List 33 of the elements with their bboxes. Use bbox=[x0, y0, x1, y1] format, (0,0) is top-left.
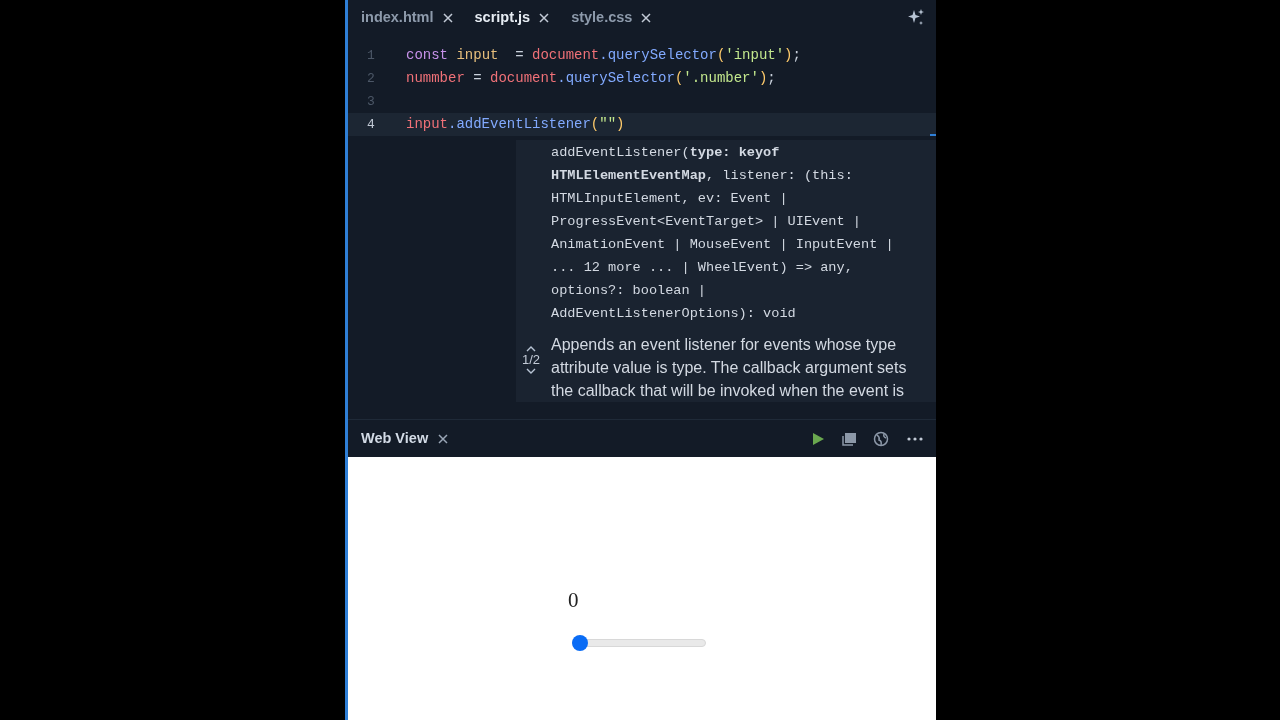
window-icon[interactable] bbox=[841, 431, 857, 446]
signature-line: options?: boolean | bbox=[551, 282, 707, 300]
close-icon[interactable] bbox=[438, 433, 449, 444]
file-tab[interactable]: script.js bbox=[474, 7, 531, 29]
overload-counter: 1/2 bbox=[521, 352, 541, 368]
signature-line: AddEventListenerOptions): void bbox=[551, 305, 797, 323]
code-line: input.addEventListener("") bbox=[406, 115, 625, 134]
slider-thumb[interactable] bbox=[572, 634, 588, 651]
chevron-down-icon[interactable] bbox=[526, 368, 536, 374]
close-icon[interactable] bbox=[641, 13, 652, 23]
web-view-tab[interactable]: Web View bbox=[361, 427, 429, 450]
signature-line: ... 12 more ... | WheelEvent) => any, bbox=[551, 259, 854, 277]
description-text: Appends an event listener for events whose type attribute value is type. The callback argument sets the callback that will be invoked when the event is bbox=[551, 335, 908, 401]
number-display: 0 bbox=[568, 587, 580, 614]
signature-line: ProgressEvent<EventTarget> | UIEvent | bbox=[551, 213, 862, 231]
close-icon[interactable] bbox=[442, 13, 453, 23]
code-line: nummber = document.querySelector('.number'); bbox=[406, 69, 776, 88]
line-number: 3 bbox=[366, 92, 376, 111]
play-icon[interactable] bbox=[811, 431, 825, 446]
signature-line: HTMLInputElement, ev: Event | bbox=[551, 190, 789, 208]
line-number: 1 bbox=[366, 46, 376, 65]
more-icon[interactable] bbox=[907, 436, 923, 441]
signature-line: HTMLElementEventMap, listener: (this: bbox=[551, 167, 854, 185]
globe-icon[interactable] bbox=[873, 430, 889, 447]
signature-line: AnimationEvent | MouseEvent | InputEvent | bbox=[551, 236, 895, 254]
file-tab[interactable]: style.css bbox=[571, 7, 633, 29]
close-icon[interactable] bbox=[539, 13, 550, 23]
file-tab[interactable]: index.html bbox=[361, 7, 434, 29]
chevron-up-icon[interactable] bbox=[526, 346, 536, 352]
signature-line: addEventListener(type: keyof bbox=[551, 144, 781, 162]
code-line: const input = document.querySelector('input'); bbox=[406, 46, 801, 65]
line-number: 2 bbox=[366, 69, 376, 88]
line-number: 4 bbox=[366, 115, 376, 134]
